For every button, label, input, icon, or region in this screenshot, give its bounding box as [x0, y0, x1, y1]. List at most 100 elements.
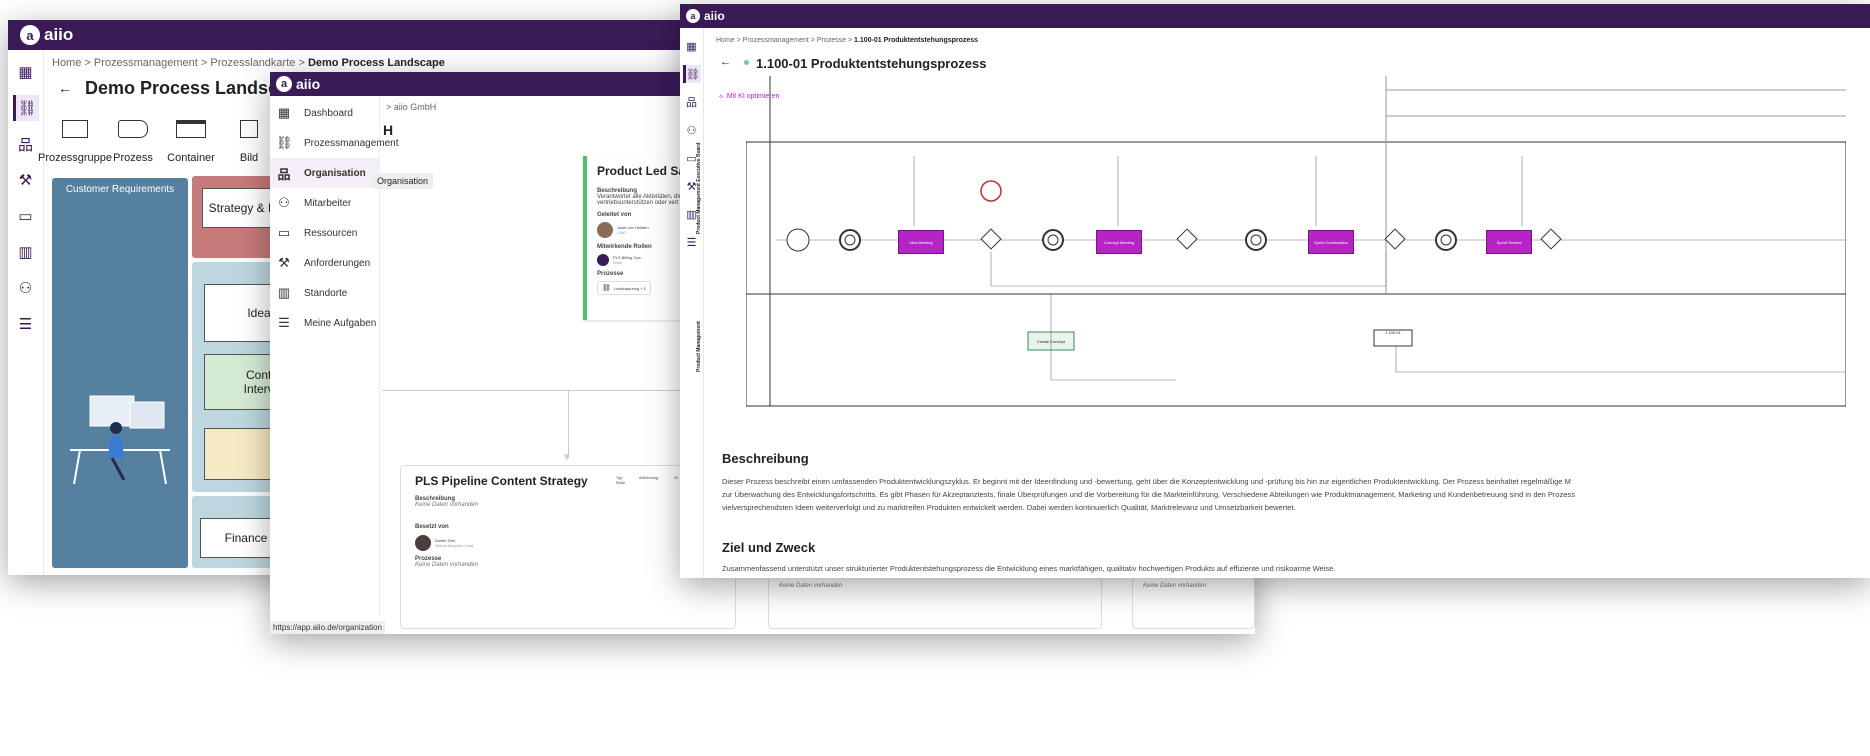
folder-icon[interactable]: ▭	[13, 203, 39, 229]
dashboard-icon[interactable]: ▦	[13, 59, 39, 85]
org-icon[interactable]: 品	[13, 131, 39, 157]
breadcrumb: Home > Prozessmanagement > Prozesslandka…	[52, 57, 445, 69]
breadcrumb-home[interactable]: Home	[716, 37, 735, 44]
col-abk: Abkürzung	[639, 475, 659, 480]
icon-rail: ▦ ⛓ 品 ⚒ ▭ ▥ ⚇ ☰	[8, 50, 44, 575]
container-shape-icon	[176, 120, 206, 138]
breadcrumb-org[interactable]: aiio GmbH	[394, 102, 437, 112]
menu-label: Meine Aufgaben	[304, 317, 377, 329]
timer-event[interactable]	[1435, 229, 1457, 251]
tool-prozessgruppe[interactable]: Prozessgruppe	[38, 120, 112, 164]
menu-item-mitarbeiter[interactable]: ⚇ Mitarbeiter	[270, 188, 379, 218]
building-icon[interactable]: ▥	[13, 239, 39, 265]
card-ideation-label: Ideati	[247, 306, 277, 320]
person-sub: Global Adoption Lead	[435, 543, 474, 548]
subprocess-box[interactable]: 1.100-01	[1374, 330, 1412, 346]
breadcrumb: Home > Prozessmanagement > Prozesse > 1.…	[716, 37, 979, 44]
lane-title: Customer Requirements	[65, 184, 175, 195]
role-icon	[597, 254, 609, 266]
tasks-icon[interactable]: ☰	[13, 311, 39, 337]
folder-icon: ▭	[277, 225, 291, 240]
process-icon: ⛓	[276, 135, 293, 150]
menu-item-prozessmanagement[interactable]: ⛓ Prozessmanagement	[270, 128, 399, 158]
tool-label: Container	[167, 152, 215, 164]
gateway[interactable]	[1384, 228, 1406, 250]
beschreibung-line-2: zur Überwachung des Entwicklungsfortschr…	[722, 490, 1576, 499]
menu-item-standorte[interactable]: ▥ Standorte	[270, 278, 379, 308]
col-typ-value: Rolle	[616, 480, 626, 485]
task-concept-meeting[interactable]: Concept Meeting	[1096, 230, 1142, 254]
card-interv-label: Intervi	[243, 382, 277, 396]
breadcrumb-home[interactable]: Home	[52, 57, 81, 69]
people-icon[interactable]: ⚇	[13, 275, 39, 301]
beschreibung-line-3: vielversprechendsten Ideen weiterverfolg…	[722, 503, 1296, 512]
start-event[interactable]	[786, 228, 810, 252]
bottom-card-b[interactable]: Keine Daten vorhanden	[1132, 577, 1255, 629]
timer-event[interactable]	[839, 229, 861, 251]
avatar	[415, 535, 431, 551]
breadcrumb-current: 1.100-01 Produktentstehungsprozess	[853, 37, 979, 44]
aiio-logo[interactable]: a aiio	[20, 25, 73, 45]
status-dot	[744, 60, 749, 65]
col-st: St	[674, 475, 678, 480]
menu-item-anforderungen[interactable]: ⚒ Anforderungen	[270, 248, 379, 278]
breadcrumb-prozessmanagement[interactable]: Prozessmanagement	[743, 37, 809, 44]
dashboard-icon[interactable]: ▦	[683, 37, 701, 55]
tool-container[interactable]: Container	[162, 120, 220, 164]
prozessgruppe-shape-icon	[62, 120, 88, 138]
breadcrumb-prozesslandkarte[interactable]: Prozesslandkarte	[210, 57, 295, 69]
menu-label: Standorte	[304, 287, 348, 299]
dashboard-icon: ▦	[277, 105, 291, 120]
process-chip[interactable]: ⛓ Leadcapturing + 2	[597, 281, 652, 295]
no-data: Keine Daten vorhanden	[1143, 583, 1207, 589]
beschreibung-line-1: Dieser Prozess beschreibt einen umfassen…	[722, 477, 1571, 486]
process-icon[interactable]: ⛓	[682, 65, 701, 83]
leader-role: CMO	[617, 230, 627, 235]
logo-text: aiio	[44, 25, 74, 44]
top-bar: a aiio	[680, 4, 1870, 28]
connector-arrow-icon: ▼	[562, 452, 572, 463]
gateway-exclusive[interactable]	[1540, 228, 1562, 250]
logo-mark-icon: a	[686, 9, 700, 23]
beschreibung-heading: Beschreibung	[722, 451, 809, 466]
breadcrumb-current: Demo Process Landscape	[307, 57, 445, 69]
col-typ: Typ Rolle	[616, 475, 625, 485]
beschreibung-no-data: Keine Daten vorhanden	[415, 502, 479, 508]
lane-customer-requirements[interactable]: Customer Requirements	[52, 178, 188, 568]
task-create-concept[interactable]: Create Concept	[1028, 332, 1074, 350]
breadcrumb-prozesse[interactable]: Prozesse	[817, 37, 846, 44]
process-icon[interactable]: ⛓	[12, 95, 39, 121]
gavel-icon[interactable]: ⚒	[13, 167, 39, 193]
tasks-icon[interactable]: ☰	[683, 233, 701, 251]
person-row: Dustin Zinn Global Adoption Lead	[415, 535, 721, 551]
task-sprint-continuation[interactable]: Sprint Continuation	[1308, 230, 1354, 254]
logo-text: aiio	[296, 76, 321, 92]
task-idea-meeting[interactable]: Idea Meeting	[898, 230, 944, 254]
timer-event[interactable]	[1042, 229, 1064, 251]
breadcrumb-prozessmanagement[interactable]: Prozessmanagement	[94, 57, 198, 69]
tool-prozess[interactable]: Prozess	[104, 120, 162, 164]
back-arrow-icon[interactable]: ←	[720, 56, 731, 68]
timer-event[interactable]	[1245, 229, 1267, 251]
menu-item-meine-aufgaben[interactable]: ☰ Meine Aufgaben	[270, 308, 379, 338]
menu-item-dashboard[interactable]: ▦ Dashboard	[270, 98, 379, 128]
menu-label: Prozessmanagement	[304, 137, 399, 149]
menu-label: Organisation	[304, 167, 366, 179]
window-process-detail: a aiio ▦ ⛓ 品 ⚇ ▭ ⚒ ▥ ☰ Home > Prozessman…	[680, 4, 1870, 578]
menu-item-ressourcen[interactable]: ▭ Ressourcen	[270, 218, 379, 248]
back-arrow-icon[interactable]: ←	[58, 80, 72, 96]
task-sprint-review[interactable]: Sprint Review	[1486, 230, 1532, 254]
prozess-shape-icon	[118, 120, 148, 138]
breadcrumb-tail: > aiio GmbH	[386, 102, 437, 112]
gateway[interactable]	[980, 228, 1002, 250]
beschreibung-text: Dieser Prozess beschreibt einen umfassen…	[722, 475, 1862, 514]
ziel-heading: Ziel und Zweck	[722, 540, 816, 555]
aiio-logo[interactable]: a aiio	[276, 76, 320, 92]
no-data: Keine Daten vorhanden	[779, 583, 843, 589]
bottom-card-a[interactable]: Keine Daten vorhanden	[768, 577, 1102, 629]
aiio-logo[interactable]: a aiio	[686, 9, 725, 23]
menu-item-organisation[interactable]: 品 Organisation	[270, 158, 379, 188]
end-event[interactable]	[980, 180, 1002, 202]
side-menu: ▦ Dashboard ⛓ Prozessmanagement 品 Organisat…	[270, 96, 399, 616]
gateway[interactable]	[1176, 228, 1198, 250]
